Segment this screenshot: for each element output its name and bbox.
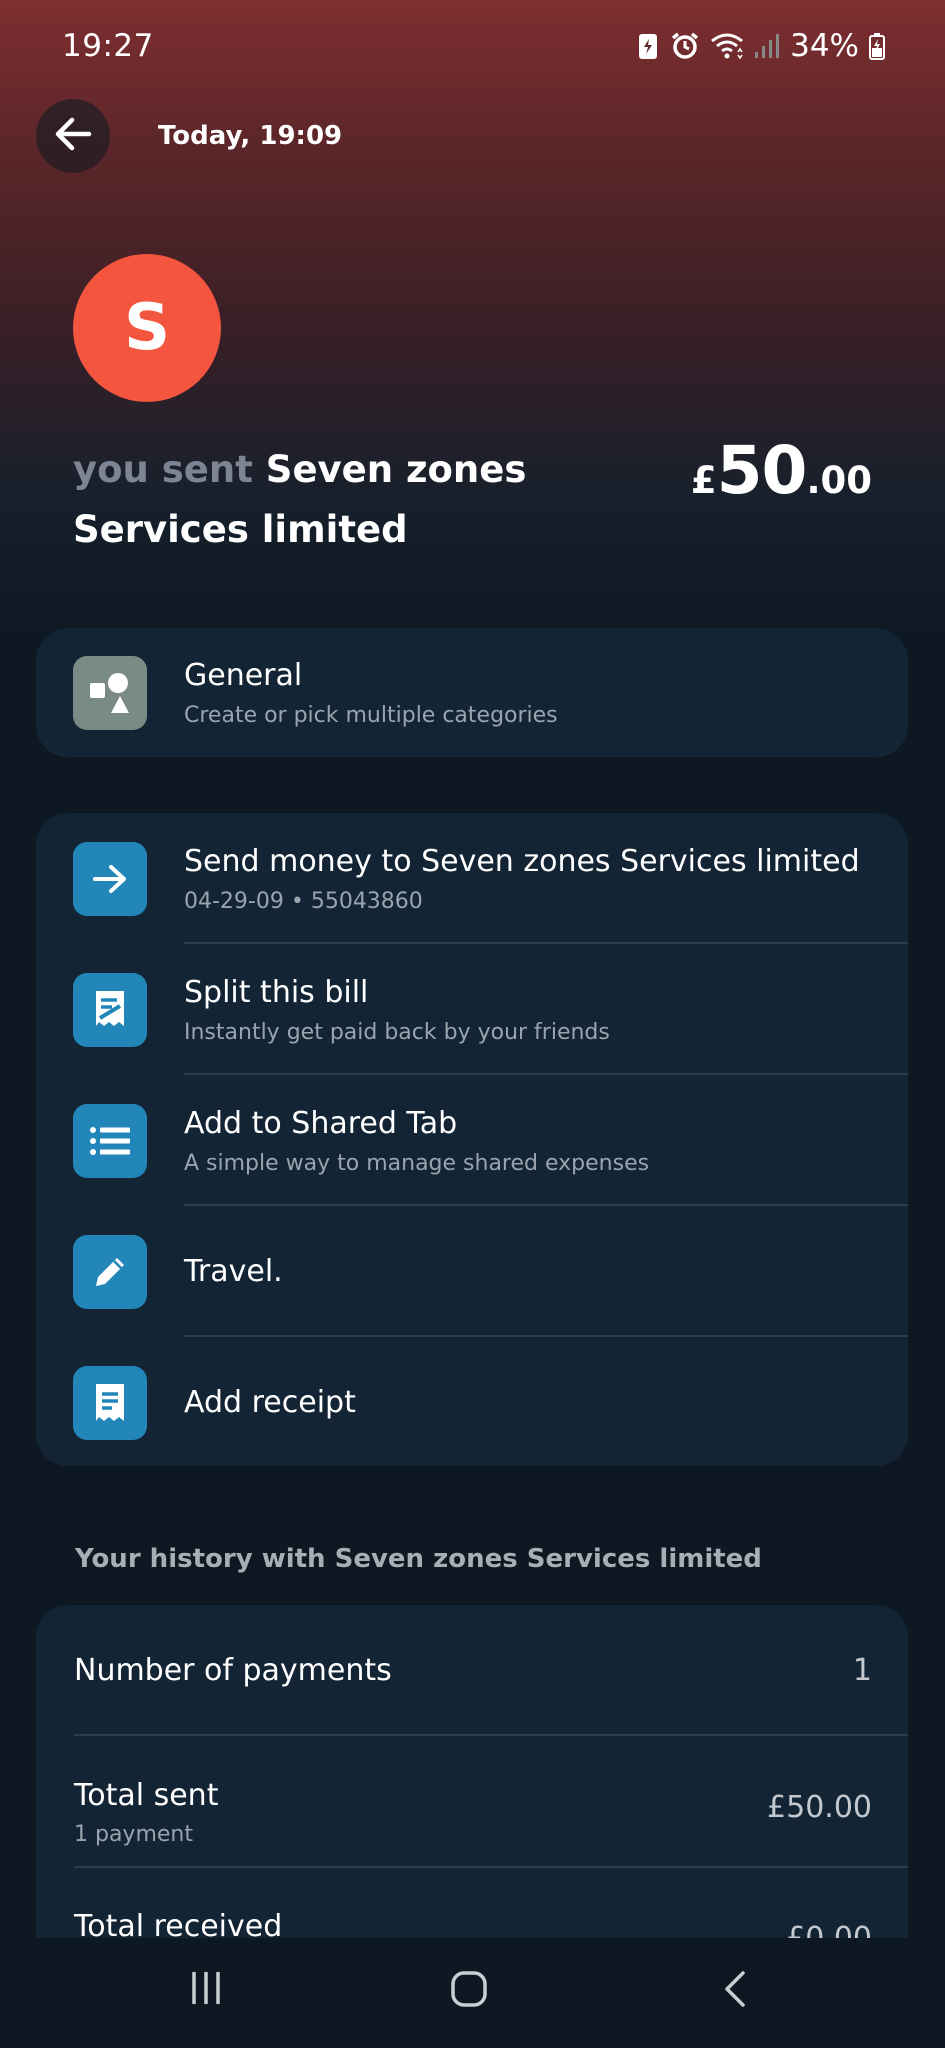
- actions-card: Send money to Seven zones Services limit…: [36, 813, 908, 1466]
- action-shared-tab-texts: Add to Shared Tab A simple way to manage…: [184, 1106, 878, 1176]
- action-split-bill-texts: Split this bill Instantly get paid back …: [184, 975, 878, 1045]
- category-subtitle: Create or pick multiple categories: [184, 702, 558, 728]
- arrow-right-icon: [73, 841, 147, 916]
- category-card[interactable]: General Create or pick multiple categori…: [36, 628, 908, 757]
- history-row-total-sent: Total sent 1 payment £50.00: [36, 1736, 908, 1867]
- signal-icon: [754, 32, 780, 60]
- status-bar: 19:27 34%: [0, 0, 945, 92]
- category-texts: General Create or pick multiple categori…: [184, 658, 878, 728]
- battery-icon: [869, 32, 885, 60]
- action-title: Split this bill: [184, 974, 369, 1010]
- receipt-icon: [73, 1365, 147, 1440]
- transaction-description: you sent Seven zones Services limited: [73, 440, 593, 560]
- transaction-date: Today, 19:09: [158, 121, 343, 151]
- history-card: Number of payments 1 Total sent 1 paymen…: [36, 1605, 908, 1938]
- amount-integer: 50: [716, 432, 808, 509]
- action-send-money[interactable]: Send money to Seven zones Services limit…: [36, 813, 908, 944]
- history-label: Number of payments: [74, 1653, 392, 1688]
- action-add-receipt[interactable]: Add receipt: [36, 1337, 908, 1468]
- alarm-icon: [670, 31, 700, 61]
- category-title: General: [184, 657, 303, 693]
- action-split-bill[interactable]: Split this bill Instantly get paid back …: [36, 944, 908, 1075]
- list-icon: [73, 1103, 147, 1178]
- action-subtitle: Instantly get paid back by your friends: [184, 1019, 610, 1045]
- pencil-icon: [73, 1234, 147, 1309]
- split-bill-icon: [73, 972, 147, 1047]
- action-title: Send money to Seven zones Services limit…: [184, 843, 860, 879]
- shapes-icon: [73, 655, 147, 730]
- home-button[interactable]: [450, 1970, 488, 2012]
- battery-percent: 34%: [790, 28, 859, 64]
- action-notes[interactable]: Travel.: [36, 1206, 908, 1337]
- status-icons: 34%: [636, 28, 885, 64]
- history-value: £0.00: [786, 1921, 872, 1938]
- back-button[interactable]: [36, 99, 110, 173]
- system-nav-bar: [0, 1938, 945, 2048]
- history-label: Total received: [74, 1909, 283, 1938]
- status-time: 19:27: [62, 28, 154, 64]
- history-sub: 1 payment: [74, 1822, 193, 1847]
- action-shared-tab[interactable]: Add to Shared Tab A simple way to manage…: [36, 1075, 908, 1206]
- history-row-payments: Number of payments 1: [36, 1605, 908, 1736]
- action-send-money-texts: Send money to Seven zones Services limit…: [184, 844, 878, 914]
- header: Today, 19:09: [36, 99, 342, 173]
- action-subtitle: A simple way to manage shared expenses: [184, 1150, 650, 1176]
- amount-currency: £: [690, 459, 717, 502]
- transaction-amount: £ 50 .00: [691, 432, 872, 509]
- action-add-receipt-texts: Add receipt: [184, 1385, 878, 1420]
- sent-prefix: you sent: [73, 448, 253, 491]
- recent-apps-button[interactable]: [188, 1970, 224, 2010]
- history-value: £50.00: [767, 1790, 872, 1825]
- history-title: Your history with Seven zones Services l…: [75, 1544, 762, 1574]
- payee-avatar: S: [73, 254, 221, 402]
- action-title: Add receipt: [184, 1385, 356, 1420]
- action-title: Add to Shared Tab: [184, 1105, 458, 1141]
- arrow-left-icon: [54, 117, 92, 155]
- history-value: 1: [852, 1653, 872, 1688]
- category-row[interactable]: General Create or pick multiple categori…: [36, 628, 908, 757]
- battery-saver-icon: [636, 31, 660, 61]
- wifi-icon: [710, 32, 744, 60]
- history-row-total-received: Total received £0.00: [36, 1867, 908, 1938]
- account-details: 04-29-09 • 55043860: [184, 888, 423, 914]
- note-text: Travel.: [184, 1254, 283, 1289]
- amount-decimal: .00: [806, 459, 872, 502]
- history-label: Total sent: [74, 1778, 219, 1813]
- back-nav-button[interactable]: [722, 1970, 748, 2012]
- action-notes-texts: Travel.: [184, 1254, 878, 1289]
